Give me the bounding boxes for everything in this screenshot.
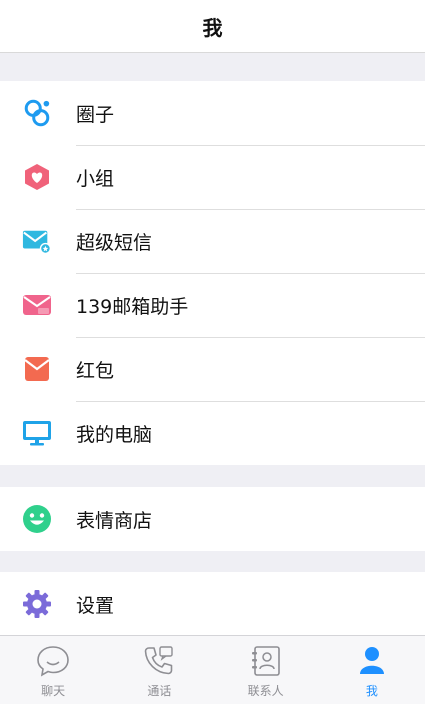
mail-139-icon (22, 290, 52, 320)
tab-label: 联系人 (247, 684, 284, 698)
menu-item-settings[interactable]: 设置 (0, 572, 425, 636)
contacts-book-icon (248, 643, 284, 679)
tab-chat[interactable]: 聊天 (0, 636, 106, 704)
menu-item-label: 圈子 (76, 103, 115, 126)
menu-item-label: 超级短信 (76, 231, 153, 254)
menu-item-sticker-store[interactable]: 表情商店 (0, 487, 425, 551)
tab-label: 通话 (147, 684, 172, 698)
circles-icon (22, 98, 52, 128)
bottom-tab-bar: 聊天 通话 联系人 我 (0, 635, 425, 704)
menu-item-label: 我的电脑 (76, 423, 153, 446)
smiley-face-icon (22, 504, 52, 534)
computer-monitor-icon (22, 418, 52, 448)
menu-item-circles[interactable]: 圈子 (0, 81, 425, 145)
menu-item-group[interactable]: 小组 (0, 145, 425, 209)
menu-item-label: 小组 (76, 167, 115, 190)
menu-group-main: 圈子 小组 超级短信 139邮箱助手 红包 我的电脑 (0, 81, 425, 465)
red-envelope-icon (22, 354, 52, 384)
chat-bubble-icon (35, 643, 71, 679)
menu-item-label: 红包 (76, 359, 115, 382)
menu-item-red-envelope[interactable]: 红包 (0, 337, 425, 401)
nav-header: 我 (0, 0, 425, 53)
menu-item-label: 设置 (76, 594, 115, 617)
menu-item-my-computer[interactable]: 我的电脑 (0, 401, 425, 465)
gear-icon (22, 589, 52, 619)
menu-group-stickers: 表情商店 (0, 487, 425, 551)
tab-contacts[interactable]: 联系人 (213, 636, 319, 704)
group-hexagon-icon (22, 162, 52, 192)
menu-item-label: 139邮箱助手 (76, 295, 189, 318)
phone-icon (141, 643, 177, 679)
tab-calls[interactable]: 通话 (106, 636, 212, 704)
tab-label: 聊天 (41, 684, 66, 698)
menu-item-super-sms[interactable]: 超级短信 (0, 209, 425, 273)
menu-item-label: 表情商店 (76, 509, 153, 532)
super-sms-icon (22, 226, 52, 256)
person-icon (354, 643, 390, 679)
menu-group-settings: 设置 (0, 572, 425, 636)
tab-label: 我 (365, 684, 378, 698)
menu-item-139-mail[interactable]: 139邮箱助手 (0, 273, 425, 337)
tab-me[interactable]: 我 (319, 636, 425, 704)
page-title: 我 (202, 15, 223, 40)
